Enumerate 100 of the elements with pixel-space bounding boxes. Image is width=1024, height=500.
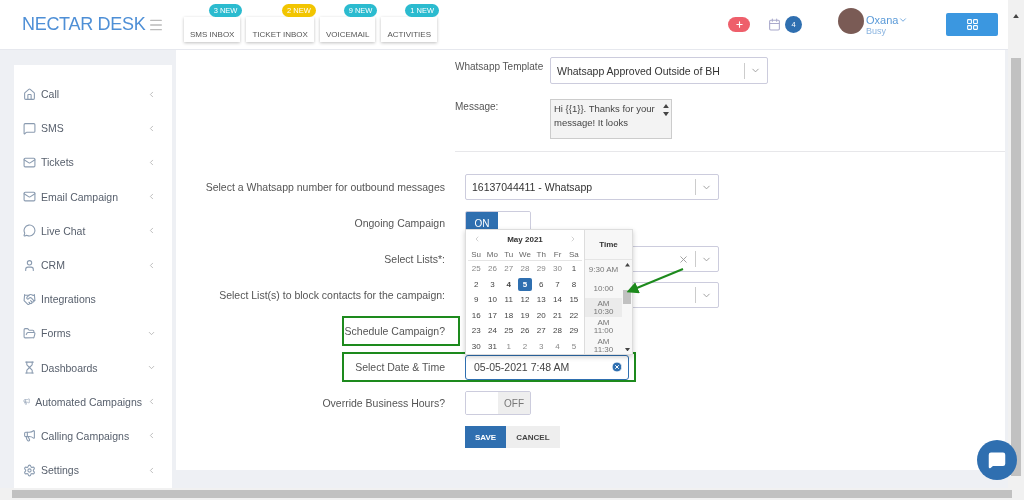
calendar-day[interactable]: 26 — [485, 262, 500, 276]
inbox-tab[interactable]: SMS INBOX — [184, 17, 241, 42]
time-title: Time — [585, 230, 632, 260]
calendar-day[interactable]: 21 — [550, 308, 565, 322]
sidebar-item[interactable]: Automated Campaigns — [14, 384, 172, 419]
sidebar-label: SMS — [41, 122, 64, 135]
scroll-down-icon[interactable] — [662, 112, 669, 117]
calendar-day[interactable]: 8 — [566, 277, 581, 291]
time-slot[interactable]: AM 10:30 — [585, 298, 622, 317]
sidebar-item[interactable]: SMS — [14, 111, 172, 146]
calendar-day[interactable]: 17 — [485, 308, 500, 322]
calendar-day[interactable]: 26 — [517, 324, 533, 338]
calendar-day[interactable]: 4 — [501, 277, 516, 291]
calendar-day[interactable]: 29 — [534, 262, 549, 276]
save-button[interactable]: SAVE — [465, 426, 507, 448]
calendar-day[interactable]: 10 — [485, 293, 500, 307]
sidebar-label: Integrations — [41, 293, 96, 306]
add-button[interactable] — [728, 17, 750, 32]
calendar-day[interactable]: 30 — [469, 339, 484, 353]
field-label: Select a Whatsapp number for outbound messages — [204, 181, 446, 193]
inbox-tab[interactable]: VOICEMAIL — [319, 17, 376, 42]
calendar-day[interactable]: 16 — [469, 308, 484, 322]
field-label: Schedule Campaign? — [343, 325, 446, 337]
time-slot[interactable]: AM 11:00 — [585, 317, 622, 336]
chevron-left-icon — [147, 123, 156, 133]
calendar-day[interactable]: 18 — [501, 308, 516, 322]
calendar-day[interactable]: 12 — [517, 293, 533, 307]
calendar-day[interactable]: 6 — [534, 277, 549, 291]
calendar-day[interactable]: 15 — [566, 293, 581, 307]
calendar-day[interactable]: 5 — [517, 277, 533, 291]
calendar-day[interactable]: 23 — [469, 324, 484, 338]
select-field[interactable]: 16137044411 - Whatsapp — [465, 174, 719, 200]
apps-button[interactable] — [946, 13, 998, 36]
chat-button[interactable] — [977, 440, 1017, 480]
calendar-day[interactable]: 30 — [550, 262, 565, 276]
scroll-up-icon[interactable] — [662, 104, 669, 109]
cancel-button[interactable]: CANCEL — [506, 426, 560, 448]
calendar-day[interactable]: 31 — [485, 339, 500, 353]
calendar-day[interactable]: 28 — [517, 262, 533, 276]
calendar-day[interactable]: 13 — [534, 293, 549, 307]
calendar-day[interactable]: 4 — [550, 339, 565, 353]
calendar-day[interactable]: 14 — [550, 293, 565, 307]
calendar-day[interactable]: 2 — [517, 339, 533, 353]
sidebar-item[interactable]: Call — [14, 77, 172, 112]
calendar-day[interactable]: 25 — [469, 262, 484, 276]
time-slot[interactable]: 9:30 AM — [585, 260, 622, 279]
sidebar-item[interactable]: CRM — [14, 247, 172, 283]
clear-icon[interactable] — [611, 361, 623, 373]
scrollbar[interactable] — [622, 260, 632, 354]
sidebar-item[interactable]: Live Chat — [14, 213, 172, 248]
sidebar-item[interactable]: Tickets — [14, 145, 172, 180]
inbox-tab[interactable]: ACTIVITIES — [381, 17, 437, 42]
sidebar-item[interactable]: Email Campaign — [14, 179, 172, 214]
scroll-down-icon[interactable] — [624, 347, 630, 351]
weekday-label: Tu — [500, 248, 517, 261]
sidebar-item[interactable]: Integrations — [14, 282, 172, 317]
calendar-icon[interactable] — [768, 18, 781, 31]
gear-icon — [23, 463, 36, 477]
message-field[interactable]: Hi {{1}}. Thanks for your message! It looks — [550, 99, 672, 139]
template-select[interactable]: Whatsapp Approved Outside of BH — [550, 57, 768, 84]
avatar[interactable] — [838, 7, 864, 34]
chat-bubble-icon — [23, 224, 36, 238]
toggle-switch[interactable]: OFF — [465, 391, 531, 415]
month-title: May 2021 — [507, 234, 543, 244]
date-time-field[interactable]: 05-05-2021 7:48 AM — [465, 354, 629, 380]
calendar-day[interactable]: 24 — [485, 324, 500, 338]
calendar-day[interactable]: 29 — [566, 324, 581, 338]
sidebar-item[interactable]: Dashboards — [14, 350, 172, 385]
calendar-day[interactable]: 9 — [469, 293, 484, 307]
sidebar-item[interactable]: Calling Campaigns — [14, 418, 172, 454]
calendar-day[interactable]: 19 — [517, 308, 533, 322]
calendar-day[interactable]: 5 — [566, 339, 581, 353]
calendar-day[interactable]: 27 — [534, 324, 549, 338]
calendar-day[interactable]: 1 — [501, 339, 516, 353]
field-label: Ongoing Campaign — [353, 217, 446, 229]
scroll-up-icon[interactable] — [624, 263, 630, 267]
scroll-thumb[interactable] — [623, 290, 631, 304]
calendar-day[interactable]: 27 — [501, 262, 516, 276]
calendar-day[interactable]: 11 — [501, 293, 516, 307]
scroll-up-icon[interactable] — [1013, 14, 1019, 19]
clear-icon[interactable] — [678, 253, 689, 265]
calendar-day[interactable]: 2 — [469, 277, 484, 291]
time-slot[interactable]: AM 11:30 — [585, 336, 622, 354]
inbox-tab[interactable]: TICKET INBOX — [246, 17, 314, 42]
calendar-day[interactable]: 20 — [534, 308, 549, 322]
sidebar-item[interactable]: Forms — [14, 316, 172, 351]
calendar-day[interactable]: 7 — [550, 277, 565, 291]
calendar-day[interactable]: 28 — [550, 324, 565, 338]
calendar-day[interactable]: 25 — [501, 324, 516, 338]
field-label: Message: — [455, 100, 500, 114]
person-icon — [23, 258, 36, 272]
chevron-left-icon — [147, 260, 156, 270]
calendar-day[interactable]: 1 — [566, 262, 581, 276]
chevron-left-icon — [147, 192, 156, 202]
calendar-day[interactable]: 22 — [566, 308, 581, 322]
calendar-day[interactable]: 3 — [485, 277, 500, 291]
sidebar-item[interactable]: Settings — [14, 453, 172, 488]
calendar-day[interactable]: 3 — [534, 339, 549, 353]
time-slot[interactable]: 10:00 — [585, 279, 622, 298]
sidebar-label: CRM — [41, 259, 65, 272]
